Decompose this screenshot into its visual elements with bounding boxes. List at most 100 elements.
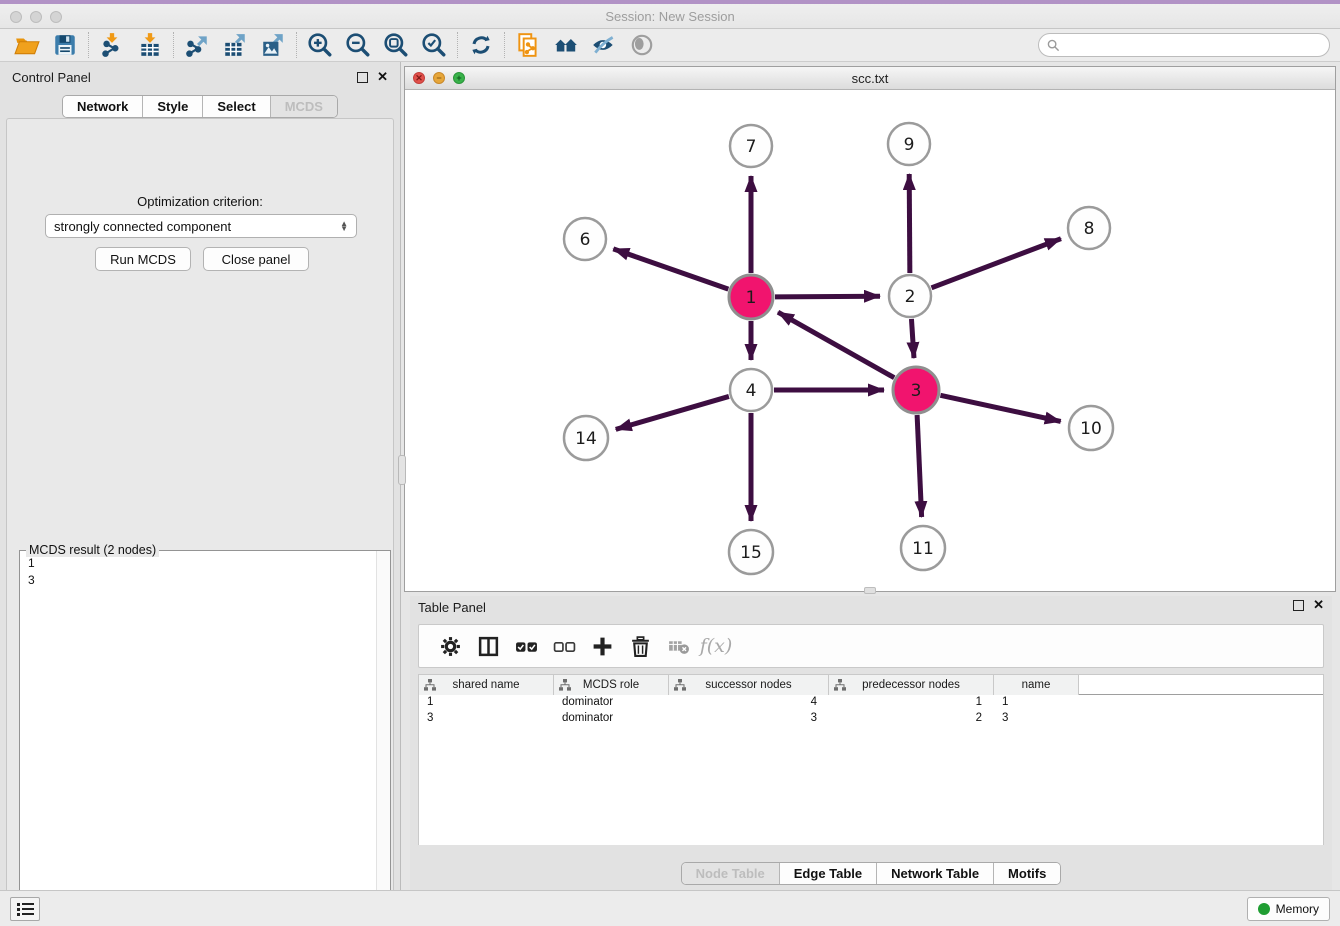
graph-node-label-15: 15 (740, 543, 762, 563)
graph-node-label-4: 4 (746, 381, 757, 401)
column-header-predecessor-nodes[interactable]: predecessor nodes (829, 675, 994, 695)
duplicate-network-icon (515, 32, 541, 58)
zoom-selected-button[interactable] (415, 30, 453, 60)
search-input[interactable] (1060, 38, 1329, 52)
export-image-button[interactable] (254, 30, 292, 60)
result-scrollbar[interactable] (376, 551, 390, 926)
show-all-button[interactable] (623, 30, 661, 60)
zoom-in-button[interactable] (301, 30, 339, 60)
column-header-shared-name[interactable]: shared name (419, 675, 554, 695)
open-file-button[interactable] (8, 30, 46, 60)
task-history-button[interactable] (10, 897, 40, 921)
criterion-dropdown[interactable]: strongly connected component ▲▼ (45, 214, 357, 238)
zoom-fit-button[interactable] (377, 30, 415, 60)
close-table-panel-icon[interactable]: ✕ (1313, 597, 1324, 613)
float-panel-icon[interactable] (357, 72, 368, 83)
tab-network-table[interactable]: Network Table (876, 863, 993, 884)
toolbar-separator (504, 32, 505, 58)
result-line: 1 (28, 555, 368, 572)
graph-node-label-11: 11 (912, 539, 934, 559)
zoom-out-icon (345, 32, 371, 58)
tab-motifs[interactable]: Motifs (993, 863, 1060, 884)
table-panel-tabs: Node Table Edge Table Network Table Moti… (681, 862, 1062, 885)
toolbar-separator (88, 32, 89, 58)
export-network-button[interactable] (178, 30, 216, 60)
duplicate-network-button[interactable] (509, 30, 547, 60)
list-icon (17, 903, 39, 906)
graph-edge-1-6[interactable] (613, 249, 728, 289)
column-header-mcds-role[interactable]: MCDS role (554, 675, 669, 695)
table-settings-button[interactable] (431, 629, 469, 663)
network-canvas[interactable]: 1234678910111415 (405, 90, 1335, 591)
close-panel-icon[interactable]: ✕ (377, 69, 388, 85)
delete-row-button[interactable] (621, 629, 659, 663)
search-field[interactable] (1038, 33, 1330, 57)
tab-mcds[interactable]: MCDS (270, 96, 337, 117)
import-table-button[interactable] (131, 30, 169, 60)
plus-icon (591, 635, 614, 658)
graph-edge-2-3[interactable] (911, 319, 913, 358)
graph-node-label-2: 2 (905, 287, 916, 307)
toolbar-separator (173, 32, 174, 58)
tab-style[interactable]: Style (142, 96, 202, 117)
columns-icon (477, 635, 500, 658)
deselect-all-button[interactable] (545, 629, 583, 663)
add-column-button[interactable] (583, 629, 621, 663)
deselect-all-icon (553, 635, 576, 658)
graph-node-label-14: 14 (575, 429, 597, 449)
function-builder-button[interactable]: f(x) (697, 629, 735, 663)
float-table-panel-icon[interactable] (1293, 600, 1304, 611)
splitter-handle-vertical[interactable] (398, 455, 406, 485)
table-row[interactable]: 1 dominator 4 1 1 (419, 695, 1323, 711)
tab-edge-table[interactable]: Edge Table (779, 863, 876, 884)
graph-edge-2-8[interactable] (932, 239, 1061, 288)
delete-column-button[interactable] (659, 629, 697, 663)
table-header-row: shared name MCDS role (419, 675, 1323, 695)
splitter-handle-horizontal[interactable] (864, 587, 876, 594)
control-panel-tabs: Network Style Select MCDS (62, 95, 338, 118)
graph-node-label-10: 10 (1080, 419, 1102, 439)
eye-slash-icon (591, 32, 617, 58)
criterion-dropdown-value: strongly connected component (54, 219, 231, 234)
zoom-in-icon (307, 32, 333, 58)
column-header-successor-nodes[interactable]: successor nodes (669, 675, 829, 695)
graph-node-label-8: 8 (1084, 219, 1095, 239)
close-panel-button[interactable]: Close panel (203, 247, 309, 271)
memory-button[interactable]: Memory (1247, 897, 1330, 921)
tab-node-table[interactable]: Node Table (682, 863, 779, 884)
hierarchy-icon (559, 679, 571, 691)
export-image-icon (260, 32, 286, 58)
first-neighbors-button[interactable] (547, 30, 585, 60)
tab-network[interactable]: Network (63, 96, 142, 117)
graph-edge-3-10[interactable] (940, 395, 1060, 421)
column-header-name[interactable]: name (994, 675, 1079, 695)
hide-selected-button[interactable] (585, 30, 623, 60)
graph-edge-3-1[interactable] (778, 312, 894, 378)
tab-select[interactable]: Select (202, 96, 269, 117)
table-row[interactable]: 3 dominator 3 2 3 (419, 711, 1323, 727)
refresh-button[interactable] (462, 30, 500, 60)
mcds-result-text[interactable]: 1 3 (20, 551, 376, 926)
save-session-button[interactable] (46, 30, 84, 60)
application-window: Session: New Session (0, 0, 1340, 926)
graph-edge-3-11[interactable] (917, 415, 922, 517)
network-window-title: scc.txt (405, 71, 1335, 86)
graph-node-label-1: 1 (746, 288, 757, 308)
run-mcds-button[interactable]: Run MCDS (95, 247, 191, 271)
window-title: Session: New Session (0, 9, 1340, 24)
trash-icon (629, 635, 652, 658)
graph-edge-4-14[interactable] (616, 396, 729, 429)
graph-edge-1-2[interactable] (775, 296, 880, 297)
network-window-titlebar[interactable]: ✕ − + scc.txt (405, 67, 1335, 90)
export-table-button[interactable] (216, 30, 254, 60)
window-titlebar[interactable]: Session: New Session (0, 4, 1340, 29)
result-line: 3 (28, 572, 368, 589)
select-all-button[interactable] (507, 629, 545, 663)
search-icon (1047, 39, 1060, 52)
show-columns-button[interactable] (469, 629, 507, 663)
zoom-out-button[interactable] (339, 30, 377, 60)
open-folder-icon (14, 32, 40, 58)
graph-edge-2-9[interactable] (909, 174, 910, 273)
optimization-criterion-label: Optimization criterion: (7, 194, 393, 209)
import-network-button[interactable] (93, 30, 131, 60)
